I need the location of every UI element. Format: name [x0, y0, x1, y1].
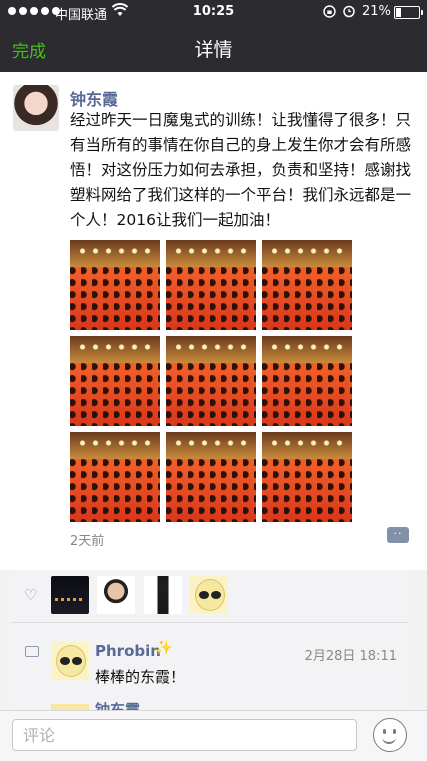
moments-post: 钟东霞 经过昨天一日魔鬼式的训练！让我懂得了很多！只有当所有的事情在你自己的身上… [0, 72, 427, 570]
post-photo[interactable] [262, 336, 352, 426]
comment-text: 棒棒的东霞！ [95, 668, 186, 686]
comment-action-button[interactable]: ·· [387, 527, 409, 543]
post-photo[interactable] [70, 432, 160, 522]
photo-grid [70, 240, 352, 523]
comment-input[interactable] [12, 719, 357, 751]
heart-icon: ♡ [24, 586, 38, 604]
liker-avatar[interactable] [190, 576, 228, 614]
commenter-name[interactable]: 钟东霞 [95, 701, 140, 710]
post-photo[interactable] [166, 240, 256, 330]
status-bar: 中国联通 10:25 21% [0, 0, 427, 24]
emoji-button[interactable] [373, 718, 407, 752]
liker-avatar[interactable] [51, 576, 89, 614]
commenter-avatar[interactable] [51, 642, 89, 680]
alarm-icon [343, 5, 355, 18]
post-photo[interactable] [262, 240, 352, 330]
post-photo[interactable] [70, 336, 160, 426]
top-bar: 中国联通 10:25 21% 完成 详情 [0, 0, 427, 72]
battery-percent: 21% [362, 4, 391, 19]
post-photo[interactable] [166, 336, 256, 426]
liker-avatar[interactable] [144, 576, 182, 614]
rotation-lock-icon [323, 5, 336, 18]
comment-time: 2月28日 18:11 [304, 649, 397, 664]
commenter-name[interactable]: Phrobin [95, 642, 161, 660]
likes-comments-panel: ♡ Phrobin ✨ 2月28日 18:11 棒棒的东霞！ 钟东霞 [11, 570, 409, 710]
liker-avatar[interactable] [97, 576, 135, 614]
post-photo[interactable] [166, 432, 256, 522]
battery-icon [394, 6, 423, 19]
post-time: 2天前 [70, 534, 105, 549]
author-name[interactable]: 钟东霞 [70, 86, 118, 110]
post-photo[interactable] [262, 432, 352, 522]
page-title: 详情 [194, 39, 233, 61]
divider [11, 622, 409, 623]
comment-bubble-icon [25, 646, 39, 657]
author-avatar[interactable] [13, 85, 59, 131]
sparkle-emoji: ✨ [155, 640, 173, 656]
post-text: 经过昨天一日魔鬼式的训练！让我懂得了很多！只有当所有的事情在你自己的身上发生你才… [70, 111, 412, 229]
post-photo[interactable] [70, 240, 160, 330]
comment-input-bar [0, 710, 427, 761]
